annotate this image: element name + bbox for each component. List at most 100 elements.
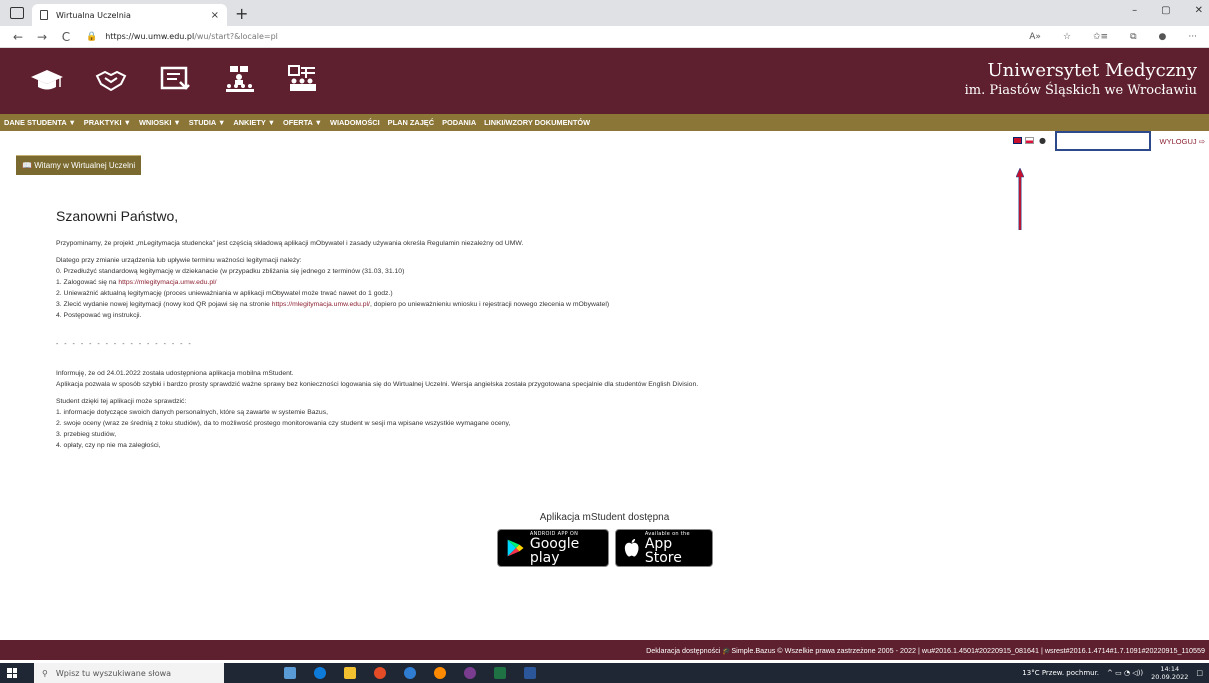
menu-oferta[interactable]: OFERTA ▼ (283, 118, 322, 127)
university-name[interactable]: Uniwersytet Medyczny im. Piastów Śląskic… (965, 60, 1197, 98)
separator-dashes: - - - - - - - - - - - - - - - - - (56, 341, 193, 348)
google-play-badge[interactable]: ANDROID APP ON Google play (496, 529, 609, 567)
url-host: https://wu.umw.edu.pl (105, 32, 195, 41)
chrome-icon[interactable] (374, 667, 386, 679)
menu-studia[interactable]: STUDIA ▼ (189, 118, 226, 127)
taskbar-search-placeholder: Wpisz tu wyszukiwane słowa (55, 668, 172, 678)
mlegitymacja-link-2[interactable]: https://mlegitymacja.umw.edu.pl/ (272, 301, 370, 308)
back-button[interactable]: ← (6, 30, 30, 44)
url-field[interactable]: 🔒 https://wu.umw.edu.pl/wu/start?&locale… (86, 32, 278, 42)
site-header: Uniwersytet Medyczny im. Piastów Śląskic… (0, 48, 1209, 114)
app-icon[interactable] (404, 667, 416, 679)
menu-praktyki[interactable]: PRAKTYKI ▼ (84, 118, 131, 127)
excel-icon[interactable] (494, 667, 506, 679)
user-toolbar: ● WYLOGUJ ⇨ (0, 131, 1209, 151)
document-form-icon[interactable] (158, 64, 192, 94)
new-tab-button[interactable]: + (235, 6, 248, 22)
clock-time: 14:14 (1160, 665, 1180, 673)
menu-wnioski[interactable]: WNIOSKI ▼ (139, 118, 181, 127)
close-window-button[interactable]: ✕ (1195, 5, 1203, 16)
list-item: 0. Przedłużyć standardową legitymację w … (56, 268, 405, 275)
username-field[interactable] (1055, 131, 1151, 151)
google-play-big: Google play (529, 536, 580, 566)
list-item: 3. przebieg studiów, (56, 431, 117, 438)
app-store-badge[interactable]: Available on the App Store (614, 529, 713, 567)
university-name-line1: Uniwersytet Medyczny (987, 60, 1197, 81)
schedule-board-icon[interactable] (286, 64, 320, 94)
paragraph-mlegitymacja: Przypominamy, że projekt „mLegitymacja s… (56, 240, 524, 247)
start-button[interactable] (0, 663, 24, 683)
english-flag-icon[interactable] (1013, 137, 1022, 144)
tab-close-icon[interactable]: × (211, 10, 219, 21)
browser-tab[interactable]: Wirtualna Uczelnia × (32, 4, 227, 26)
window-controls: – ▢ ✕ (1132, 5, 1203, 16)
list-item: 4. Postępować wg instrukcji. (56, 312, 142, 319)
notification-icon[interactable]: □ (1196, 669, 1203, 677)
language-switcher: ● (1013, 136, 1046, 145)
list-item: 4. opłaty, czy np nie ma zaległości, (56, 442, 161, 449)
favorites-list-icon[interactable]: ✩≡ (1093, 32, 1108, 42)
main-content: Szanowni Państwo, Przypominamy, że proje… (56, 208, 1156, 451)
menu-wiadomosci[interactable]: WIADOMOŚCI (330, 118, 380, 127)
read-aloud-icon[interactable]: A» (1029, 32, 1041, 42)
graduation-cap-icon[interactable] (30, 64, 64, 94)
app-store-big: App Store (644, 536, 682, 566)
mlegitymacja-link[interactable]: https://mlegitymacja.umw.edu.pl/ (118, 279, 216, 286)
paragraph-features-intro: Student dzięki tej aplikacji może sprawd… (56, 398, 187, 405)
page-heading: Szanowni Państwo, (56, 208, 179, 224)
windows-taskbar: ⚲ Wpisz tu wyszukiwane słowa 13°C Przew.… (0, 663, 1209, 683)
reload-button[interactable]: C (54, 30, 78, 44)
search-icon: ⚲ (42, 668, 48, 678)
google-play-icon (507, 539, 524, 557)
handshake-icon[interactable] (94, 64, 128, 94)
tab-actions-icon[interactable] (10, 7, 24, 19)
welcome-tab[interactable]: 📖 Witamy w Wirtualnej Uczelni (16, 155, 142, 175)
task-view-icon[interactable] (284, 667, 296, 679)
classroom-icon[interactable] (222, 64, 256, 94)
apple-icon (624, 539, 638, 557)
firefox-icon[interactable] (434, 667, 446, 679)
minimize-button[interactable]: – (1132, 5, 1137, 16)
explorer-icon[interactable] (344, 667, 356, 679)
university-name-line2: im. Piastów Śląskich we Wrocławiu (964, 83, 1197, 98)
browser-actions: A» ☆ ✩≡ ⧉ ● ··· (1029, 32, 1203, 42)
favorite-icon[interactable]: ☆ (1063, 32, 1071, 42)
page-icon (40, 10, 48, 20)
app-section-title: Aplikacja mStudent dostępna (539, 512, 670, 523)
logout-link[interactable]: WYLOGUJ ⇨ (1160, 137, 1205, 146)
edge-icon[interactable] (314, 667, 326, 679)
paragraph-mstudent-desc: Aplikacja pozwala w sposób szybki i bard… (56, 381, 699, 388)
maximize-button[interactable]: ▢ (1161, 5, 1170, 16)
address-bar-row: ← → C 🔒 https://wu.umw.edu.pl/wu/start?&… (0, 26, 1209, 48)
profile-icon[interactable]: ● (1159, 32, 1167, 42)
welcome-label: Witamy w Wirtualnej Uczelni (34, 161, 136, 170)
menu-podania[interactable]: PODANIA (442, 118, 476, 127)
app2-icon[interactable] (464, 667, 476, 679)
taskbar-search[interactable]: ⚲ Wpisz tu wyszukiwane słowa (34, 663, 224, 683)
collections-icon[interactable]: ⧉ (1130, 32, 1136, 42)
paragraph-instructions: Dlatego przy zmianie urządzenia lub upły… (56, 257, 302, 264)
user-icon: ● (1039, 136, 1046, 145)
forward-button[interactable]: → (30, 30, 54, 44)
word-icon[interactable] (524, 667, 536, 679)
lock-icon: 🔒 (86, 31, 98, 42)
list-item: 1. Zalogować się na https://mlegitymacja… (56, 279, 217, 286)
taskbar-apps (284, 667, 536, 679)
clock[interactable]: 14:14 20.09.2022 (1151, 665, 1188, 681)
list-item: 2. Unieważnić aktualną legitymację (proc… (56, 290, 393, 297)
main-menu: DANE STUDENTA ▼ PRAKTYKI ▼ WNIOSKI ▼ STU… (0, 114, 1209, 131)
tray-icons[interactable]: ^ ▭ ◔ ◁)) (1107, 669, 1143, 677)
clock-date: 20.09.2022 (1151, 673, 1189, 681)
app-download-section: Aplikacja mStudent dostępna ANDROID APP … (0, 512, 1209, 567)
polish-flag-icon[interactable] (1025, 137, 1034, 144)
more-icon[interactable]: ··· (1188, 32, 1197, 42)
menu-linki-wzory[interactable]: LINKI/WZORY DOKUMENTÓW (484, 118, 590, 127)
url-path: /wu/start?&locale=pl (194, 32, 278, 41)
menu-plan-zajec[interactable]: PLAN ZAJĘĆ (388, 118, 434, 127)
system-tray: 13°C Przew. pochmur. ^ ▭ ◔ ◁)) 14:14 20.… (1022, 665, 1209, 681)
menu-ankiety[interactable]: ANKIETY ▼ (233, 118, 275, 127)
menu-dane-studenta[interactable]: DANE STUDENTA ▼ (4, 118, 76, 127)
weather-widget[interactable]: 13°C Przew. pochmur. (1022, 669, 1099, 677)
browser-tab-bar: Wirtualna Uczelnia × + – ▢ ✕ (0, 0, 1209, 26)
paragraph-mstudent: Informuję, że od 24.01.2022 została udos… (56, 370, 294, 377)
